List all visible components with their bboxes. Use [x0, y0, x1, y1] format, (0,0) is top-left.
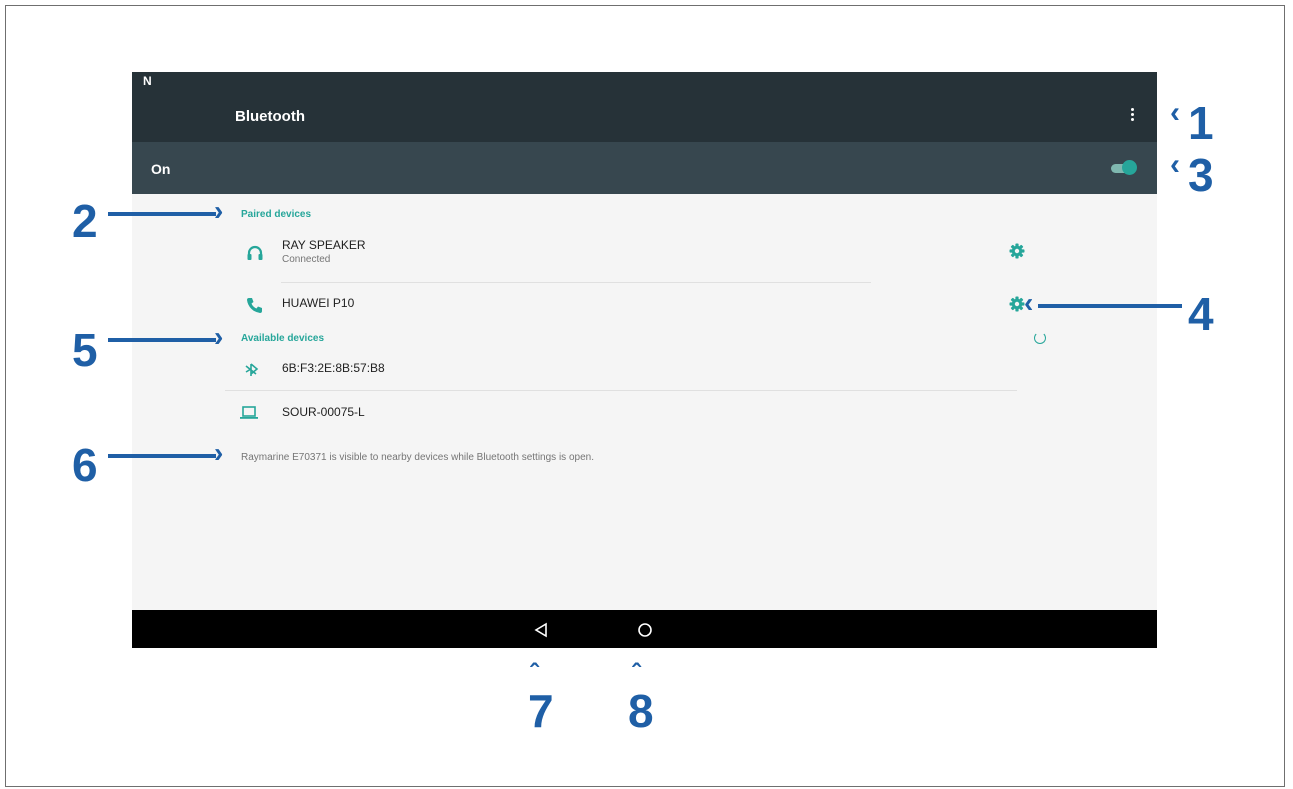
back-triangle-icon[interactable] [531, 619, 553, 641]
callout-6-arrow-icon: › [214, 437, 224, 468]
callout-8: 8 [628, 685, 654, 737]
phone-icon [247, 298, 262, 313]
callout-5: 5 [72, 324, 98, 376]
callout-6: 6 [72, 439, 98, 491]
row-divider [225, 390, 1017, 391]
callout-4-line [1038, 304, 1182, 308]
callout-1-arrow-icon: ‹ [1170, 96, 1180, 129]
available-devices-header: Available devices [241, 333, 325, 344]
callout-4-arrow-icon: ‹ [1024, 287, 1034, 318]
scanning-spinner-icon [1034, 332, 1046, 344]
paired-device-huawei-p10[interactable]: HUAWEI P10 [240, 296, 1040, 336]
switch-label: On [151, 161, 171, 177]
callout-8-arrow-icon: ˆ [632, 658, 641, 688]
bluetooth-switch-bar[interactable]: On [132, 142, 1157, 194]
callout-7: 7 [528, 685, 554, 737]
callout-7-arrow-icon: ˆ [530, 658, 539, 688]
laptop-icon [240, 406, 258, 419]
bluetooth-icon [245, 363, 259, 376]
available-device-mac[interactable]: 6B:F3:2E:8B:57:B8 [240, 361, 1040, 401]
device-name: RAY SPEAKER [282, 238, 366, 252]
callout-2-line [108, 212, 216, 216]
callout-3: 3 [1188, 149, 1214, 201]
notification-n-icon: N [143, 74, 152, 88]
callout-4: 4 [1188, 288, 1214, 340]
callout-5-line [108, 338, 216, 342]
page-title: Bluetooth [235, 108, 305, 125]
callout-2-arrow-icon: › [214, 195, 224, 226]
navigation-bar [132, 610, 1157, 648]
tablet-screen: N Bluetooth On Paired devices RAY SPEAKE… [132, 72, 1157, 648]
gear-icon[interactable] [1008, 242, 1026, 260]
callout-1: 1 [1188, 97, 1214, 149]
callout-6-line [108, 454, 216, 458]
available-device-laptop[interactable]: SOUR-00075-L [240, 405, 1040, 445]
callout-5-arrow-icon: › [214, 321, 224, 352]
device-name: SOUR-00075-L [282, 405, 365, 419]
home-circle-icon[interactable] [634, 619, 656, 641]
callout-3-arrow-icon: ‹ [1170, 148, 1180, 181]
app-toolbar: Bluetooth [132, 92, 1157, 142]
device-name: HUAWEI P10 [282, 296, 355, 310]
headphones-icon [247, 245, 263, 260]
device-status: Connected [282, 254, 331, 265]
device-name: 6B:F3:2E:8B:57:B8 [282, 361, 385, 375]
row-divider [281, 282, 871, 283]
bluetooth-toggle[interactable] [1111, 160, 1137, 176]
paired-devices-header: Paired devices [241, 209, 312, 220]
paired-device-ray-speaker[interactable]: RAY SPEAKER Connected [240, 238, 1040, 278]
status-bar: N [132, 72, 1157, 92]
visibility-message: Raymarine E70371 is visible to nearby de… [241, 452, 594, 463]
callout-2: 2 [72, 195, 98, 247]
more-vertical-icon[interactable] [1124, 106, 1140, 128]
toggle-thumb [1122, 160, 1137, 175]
